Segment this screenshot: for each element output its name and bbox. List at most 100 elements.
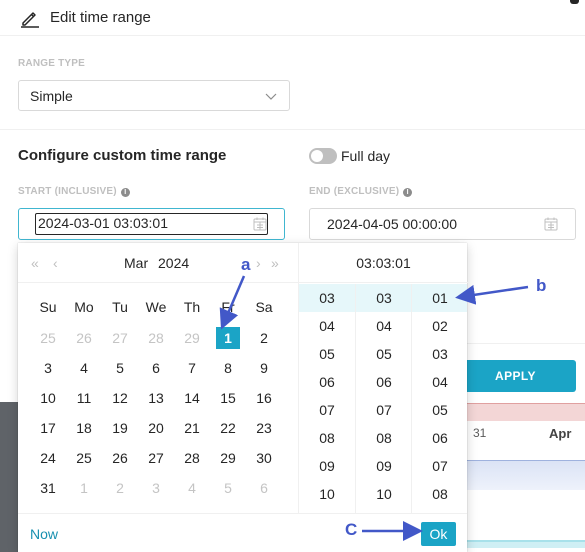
calendar-day-selected[interactable]: 1 [216,327,240,349]
hour-option[interactable]: 03 [299,284,355,312]
calendar-day[interactable]: 17 [30,417,66,439]
ok-button[interactable]: Ok [421,522,456,546]
picker-footer: Now Ok [18,513,467,552]
minutes-column[interactable]: 03 04 05 06 07 08 09 10 [355,284,411,513]
second-option[interactable]: 05 [412,396,467,424]
second-option[interactable]: 04 [412,368,467,396]
calendar-day[interactable]: 28 [174,447,210,469]
calendar-day[interactable]: 5 [210,477,246,499]
calendar-day[interactable]: 12 [102,387,138,409]
minute-option[interactable]: 09 [356,452,411,480]
calendar-day[interactable]: 1 [66,477,102,499]
calendar-day[interactable]: 21 [174,417,210,439]
info-icon[interactable]: i [120,188,130,197]
calendar-year[interactable]: 2024 [158,255,189,271]
calendar-day[interactable]: 7 [174,357,210,379]
calendar-day[interactable]: 26 [102,447,138,469]
calendar-day[interactable]: 24 [30,447,66,469]
minute-option[interactable]: 10 [356,480,411,508]
calendar-day[interactable]: 29 [210,447,246,469]
end-date-input[interactable]: 2024-04-05 00:00:00 [309,208,576,240]
calendar-icon[interactable] [253,217,267,231]
calendar-day[interactable]: 18 [66,417,102,439]
calendar-day[interactable]: 25 [66,447,102,469]
calendar-day[interactable]: 11 [66,387,102,409]
section-divider [0,129,585,130]
background-chart-bar [455,540,585,548]
minute-option[interactable]: 04 [356,312,411,340]
hour-option[interactable]: 04 [299,312,355,340]
hour-option[interactable]: 09 [299,452,355,480]
calendar-day[interactable]: 3 [30,357,66,379]
calendar-day[interactable]: 13 [138,387,174,409]
calendar-day[interactable]: 26 [66,327,102,349]
annotation-label-c: C [345,520,358,539]
hour-option[interactable]: 06 [299,368,355,396]
calendar-day[interactable]: 10 [30,387,66,409]
now-link[interactable]: Now [30,526,58,542]
calendar-day[interactable]: 5 [102,357,138,379]
calendar-day[interactable]: 4 [174,477,210,499]
second-option[interactable]: 02 [412,312,467,340]
calendar-day[interactable]: 29 [174,327,210,349]
apply-button[interactable]: APPLY [455,360,576,392]
calendar-day[interactable]: 8 [210,357,246,379]
calendar-day[interactable]: 22 [210,417,246,439]
calendar-day[interactable]: 2 [246,327,282,349]
calendar-day[interactable]: 3 [138,477,174,499]
start-date-input[interactable]: 2024-03-01 03:03:01 [18,208,285,240]
seconds-column[interactable]: 01 02 03 04 05 06 07 08 [411,284,467,513]
prev-year-icon[interactable]: « [31,255,39,271]
calendar-day[interactable]: 28 [138,327,174,349]
minute-option[interactable]: 06 [356,368,411,396]
range-type-select[interactable]: Simple [18,80,290,111]
range-type-label: RANGE TYPE [18,58,86,69]
hour-option[interactable]: 08 [299,424,355,452]
calendar-icon[interactable] [544,217,558,231]
time-panel: 03:03:01 03 04 05 06 07 08 09 10 03 04 05 06 07 08 09… [298,243,468,513]
close-icon[interactable] [570,0,579,4]
calendar-day[interactable]: 16 [246,387,282,409]
calendar-day[interactable]: 6 [138,357,174,379]
background-tick-label: 31 [473,426,487,440]
calendar-day[interactable]: 2 [102,477,138,499]
weekday-label: Tu [112,299,128,315]
calendar-day[interactable]: 19 [102,417,138,439]
calendar-day[interactable]: 23 [246,417,282,439]
info-icon[interactable]: i [403,188,413,197]
weekday-label: Fr [221,299,235,315]
calendar-day[interactable]: 4 [66,357,102,379]
minute-option[interactable]: 05 [356,340,411,368]
calendar-day[interactable]: 14 [174,387,210,409]
minute-option[interactable]: 07 [356,396,411,424]
hour-option[interactable]: 10 [299,480,355,508]
full-day-toggle[interactable] [309,148,337,164]
dialog-header: Edit time range [0,0,585,36]
calendar-day[interactable]: 20 [138,417,174,439]
second-option[interactable]: 03 [412,340,467,368]
second-option[interactable]: 07 [412,452,467,480]
second-option[interactable]: 01 [412,284,467,312]
hour-option[interactable]: 05 [299,340,355,368]
calendar-day[interactable]: 27 [138,447,174,469]
second-option[interactable]: 08 [412,480,467,508]
calendar-day[interactable]: 15 [210,387,246,409]
hour-option[interactable]: 07 [299,396,355,424]
minute-option[interactable]: 08 [356,424,411,452]
calendar-day[interactable]: 31 [30,477,66,499]
calendar-day[interactable]: 25 [30,327,66,349]
next-year-icon[interactable]: » [271,255,279,271]
start-date-value[interactable]: 2024-03-01 03:03:01 [38,215,168,231]
calendar-day[interactable]: 6 [246,477,282,499]
calendar-month[interactable]: Mar [124,255,148,271]
second-option[interactable]: 06 [412,424,467,452]
end-date-value[interactable]: 2024-04-05 00:00:00 [327,216,457,232]
background-chart-band [466,403,585,421]
calendar-day[interactable]: 9 [246,357,282,379]
calendar-day[interactable]: 30 [246,447,282,469]
next-month-icon[interactable]: › [256,255,261,271]
hours-column[interactable]: 03 04 05 06 07 08 09 10 [299,284,355,513]
minute-option[interactable]: 03 [356,284,411,312]
prev-month-icon[interactable]: ‹ [53,255,58,271]
calendar-day[interactable]: 27 [102,327,138,349]
